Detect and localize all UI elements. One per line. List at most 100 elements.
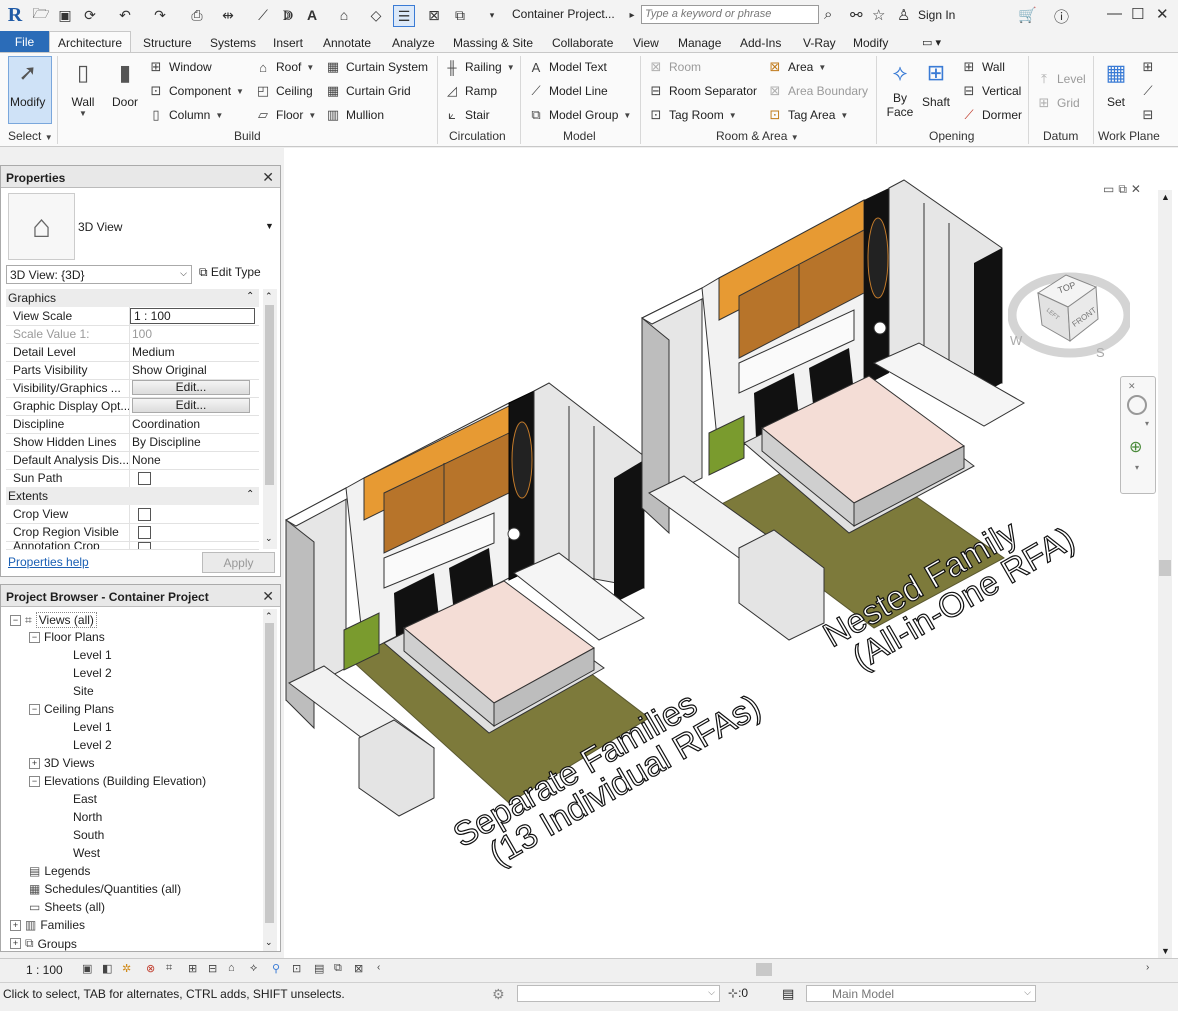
tab-architecture[interactable]: Architecture: [49, 31, 131, 53]
visual-style-icon[interactable]: ◧: [102, 962, 116, 976]
wall-opening-button[interactable]: ⊞ Wall: [961, 59, 1005, 75]
property-row[interactable]: Parts Visibility Show Original: [6, 361, 259, 380]
tree-item-views[interactable]: − ⌗ Views (all): [10, 612, 97, 628]
property-row[interactable]: Annotation Crop: [6, 541, 259, 550]
print-icon[interactable]: ⎙: [187, 5, 207, 25]
scroll-thumb[interactable]: [1159, 560, 1171, 576]
view-restore-icon[interactable]: ⧉: [1118, 182, 1131, 196]
close-icon[interactable]: ✕: [1156, 5, 1169, 23]
graphic-display-edit-button[interactable]: Edit...: [132, 398, 250, 413]
tag-icon[interactable]: ↇ: [278, 5, 298, 25]
tab-collaborate[interactable]: Collaborate: [552, 33, 613, 52]
level-button[interactable]: ⤒ Level: [1036, 71, 1086, 87]
minimize-icon[interactable]: —: [1107, 5, 1122, 22]
window-button[interactable]: ⊞ Window: [148, 59, 212, 75]
floor-button[interactable]: ▱ Floor ▼: [255, 107, 316, 123]
property-row[interactable]: Detail Level Medium: [6, 343, 259, 362]
expand-toggle-icon[interactable]: +: [10, 919, 21, 931]
ref-plane-button[interactable]: ⟋: [1140, 83, 1156, 99]
analytical-model-icon[interactable]: ⧉: [334, 962, 348, 976]
set-work-plane-button[interactable]: ▦ Set: [1100, 57, 1132, 109]
type-selector-dropdown-icon[interactable]: ▼: [265, 221, 274, 231]
tree-item-ceiling-level-2[interactable]: Level 2: [73, 738, 112, 752]
tab-file[interactable]: File: [0, 31, 49, 52]
design-options-icon[interactable]: ▤: [782, 986, 794, 1002]
thin-lines-icon[interactable]: ☰: [393, 5, 415, 27]
tab-manage[interactable]: Manage: [678, 33, 721, 52]
group-header-extents[interactable]: Extents ⌃: [6, 487, 259, 505]
vertical-opening-button[interactable]: ⊟ Vertical: [961, 83, 1022, 99]
measure-icon[interactable]: ⇹: [218, 5, 238, 25]
rendering-dialog-icon[interactable]: ⌗: [166, 962, 180, 976]
tree-item-schedules[interactable]: ▦ Schedules/Quantities (all): [29, 882, 181, 896]
scroll-down-icon[interactable]: ⌄: [265, 937, 273, 948]
navbar-close-icon[interactable]: ✕: [1128, 381, 1136, 392]
scroll-down-icon[interactable]: ▼: [1161, 946, 1170, 956]
tag-area-button[interactable]: ⊡ Tag Area ▼: [767, 107, 849, 123]
view-instance-selector[interactable]: 3D View: {3D} ⌵: [6, 265, 192, 284]
railing-button[interactable]: ╫ Railing ▼: [444, 59, 514, 75]
favorites-star-icon[interactable]: ☆: [872, 6, 885, 24]
tree-item-families[interactable]: + ▥ Families: [10, 918, 85, 932]
tree-item-north[interactable]: North: [73, 810, 102, 824]
panel-room-area-label[interactable]: Room & Area ▼: [716, 129, 799, 143]
steering-wheel-icon[interactable]: [1127, 395, 1147, 415]
ribbon-minimize-toggle[interactable]: ▭ ▾: [922, 33, 941, 52]
lock-3d-view-icon[interactable]: ⌂: [228, 962, 242, 976]
show-constraints-icon[interactable]: ⊠: [354, 962, 368, 976]
save-icon[interactable]: ▣: [55, 5, 75, 25]
area-boundary-button[interactable]: ⊠ Area Boundary: [767, 83, 869, 99]
view-window-controls[interactable]: ▭⧉✕: [1103, 182, 1145, 197]
binoculars-icon[interactable]: ⌕: [824, 6, 832, 23]
tree-item-floor-plans[interactable]: − Floor Plans: [29, 630, 105, 644]
detail-level-icon[interactable]: ▣: [82, 962, 96, 976]
curtain-grid-button[interactable]: ▦ Curtain Grid: [325, 83, 411, 99]
properties-help-link[interactable]: Properties help: [8, 555, 89, 569]
panel-select-label[interactable]: Select ▼: [8, 129, 53, 143]
temporary-view-properties-icon[interactable]: ⊡: [292, 962, 306, 976]
tab-annotate[interactable]: Annotate: [323, 33, 371, 52]
design-option-combo[interactable]: Main Model ⌵: [806, 985, 1036, 1002]
open-icon[interactable]: 🗁: [31, 5, 51, 25]
properties-scrollbar[interactable]: ⌃ ⌄: [263, 289, 277, 549]
property-row[interactable]: Discipline Coordination: [6, 415, 259, 434]
property-row[interactable]: Sun Path: [6, 469, 259, 488]
chevron-down-icon[interactable]: ▾: [1135, 463, 1139, 472]
expand-toggle-icon[interactable]: +: [10, 938, 21, 949]
tree-item-floor-level-2[interactable]: Level 2: [73, 666, 112, 680]
property-value[interactable]: Coordination: [132, 417, 252, 431]
collapse-toggle-icon[interactable]: −: [29, 775, 40, 787]
tab-view[interactable]: View: [633, 33, 659, 52]
model-group-button[interactable]: ⧉ Model Group ▼: [528, 107, 631, 123]
shaft-button[interactable]: ⊞ Shaft: [920, 57, 952, 109]
tab-add-ins[interactable]: Add-Ins: [740, 33, 781, 52]
column-button[interactable]: ▯ Column ▼: [148, 107, 223, 123]
scroll-left-icon[interactable]: ‹: [377, 962, 391, 976]
component-button[interactable]: ⊡ Component ▼: [148, 83, 244, 99]
worksharing-display-icon[interactable]: ▤: [314, 962, 328, 976]
reveal-hidden-icon[interactable]: ⚲: [272, 962, 286, 976]
help-icon[interactable]: ⓘ: [1054, 6, 1069, 27]
temporary-hide-icon[interactable]: ⟡: [250, 962, 264, 976]
property-row[interactable]: Crop Region Visible: [6, 523, 259, 542]
tab-modify[interactable]: Modify: [853, 33, 888, 52]
expand-arrow-icon[interactable]: ▸: [622, 5, 642, 25]
compass-south-label[interactable]: S: [1096, 345, 1105, 360]
scroll-down-icon[interactable]: ⌄: [265, 533, 273, 544]
compass-west-label[interactable]: W: [1010, 333, 1023, 348]
help-search-input[interactable]: Type a keyword or phrase: [641, 5, 819, 24]
tag-room-button[interactable]: ⊡ Tag Room ▼: [648, 107, 737, 123]
shadows-icon[interactable]: ⊗: [146, 962, 160, 976]
view-scale-control[interactable]: 1 : 100: [26, 963, 63, 977]
tab-systems[interactable]: Systems: [210, 33, 256, 52]
tree-item-site[interactable]: Site: [73, 684, 94, 698]
crop-region-icon[interactable]: ⊟: [208, 962, 222, 976]
view-minimize-icon[interactable]: ▭: [1103, 182, 1118, 196]
switch-windows-icon[interactable]: ⧉: [450, 5, 470, 25]
scroll-up-icon[interactable]: ▲: [1161, 192, 1170, 202]
tree-item-ceiling-plans[interactable]: − Ceiling Plans: [29, 702, 114, 716]
properties-close-icon[interactable]: ✕: [262, 169, 274, 186]
door-button[interactable]: ▮ Door: [109, 57, 141, 109]
chevron-down-icon[interactable]: ▾: [1145, 419, 1149, 428]
stair-button[interactable]: ⟀ Stair: [444, 107, 490, 123]
